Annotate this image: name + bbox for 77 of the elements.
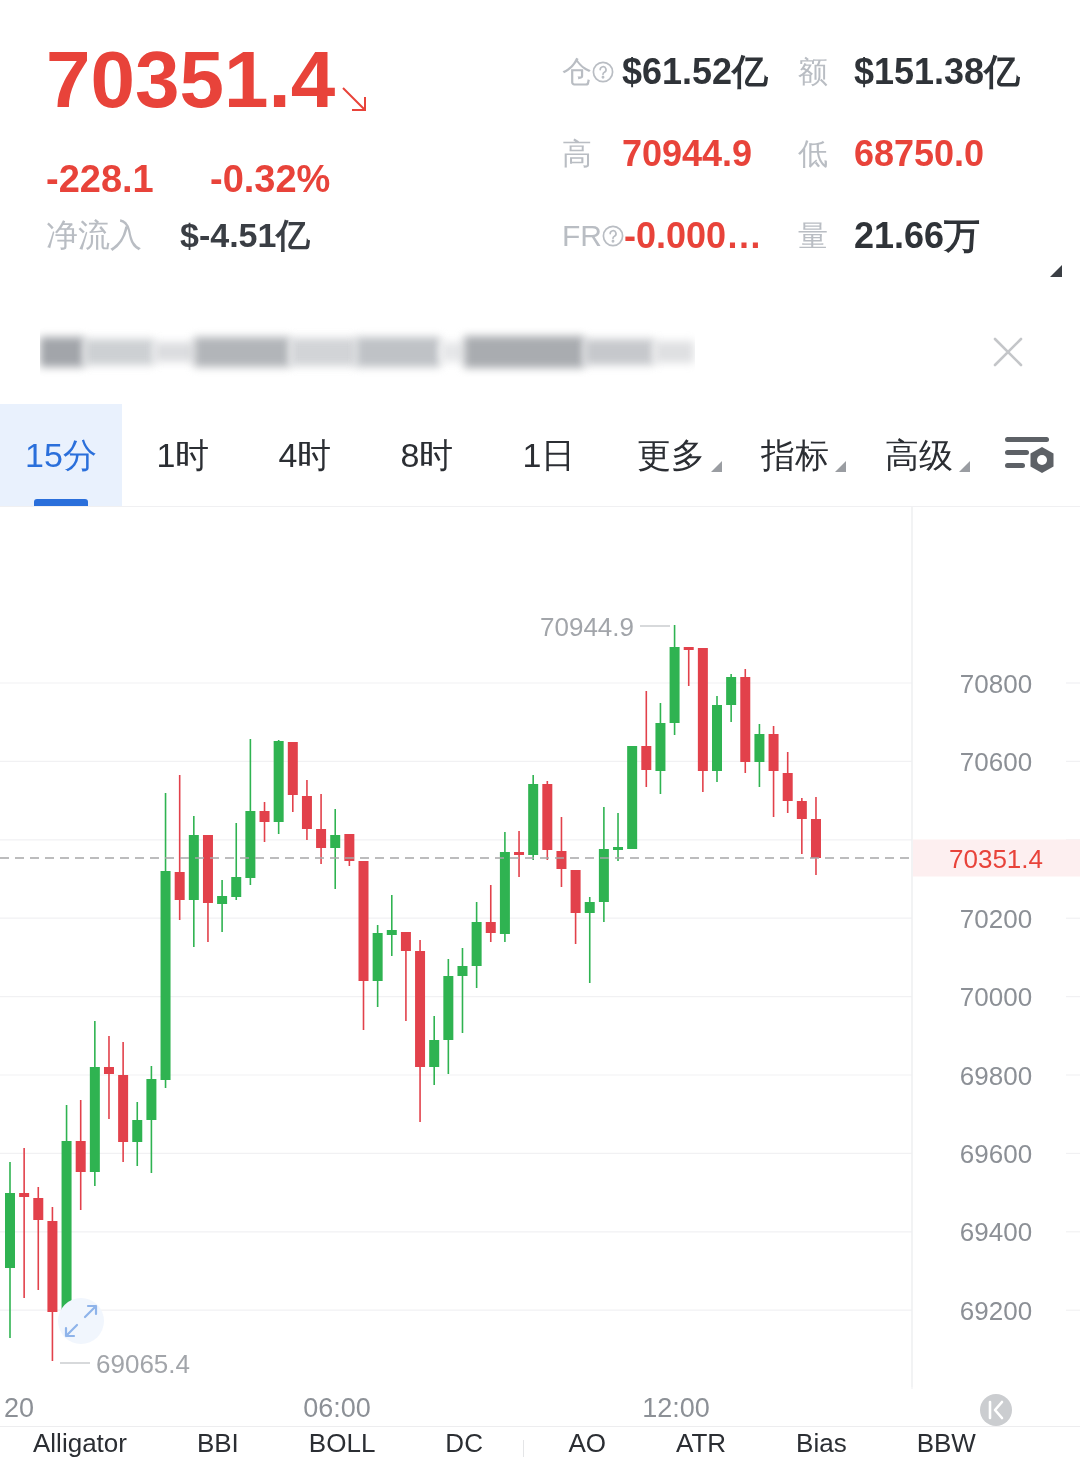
high-price-label: 70944.9: [540, 612, 634, 642]
falling-candle: [344, 833, 355, 867]
price-axis-label: 70800: [959, 668, 1033, 699]
net-inflow-label: 净流入: [46, 219, 143, 251]
indicator-tab[interactable]: BBW: [916, 1430, 976, 1457]
leader-line: [59, 1362, 91, 1364]
net-inflow-value: $-4.51亿: [180, 218, 312, 252]
last-price-tag: 70351.4: [913, 839, 1080, 877]
low-price-label: 69065.4: [96, 1349, 190, 1379]
falling-candle: [259, 801, 270, 843]
stat-value: 68750.0: [854, 136, 985, 172]
falling-candle: [485, 884, 496, 943]
stat-label: 仓: [562, 57, 592, 87]
chevron-bar-icon[interactable]: [980, 1394, 1012, 1426]
stat-label: 额: [798, 57, 828, 87]
rising-candle: [386, 894, 397, 957]
falling-candle: [316, 793, 327, 865]
stat-label: 低: [798, 139, 828, 169]
stat-label: FR: [562, 221, 602, 251]
close-icon[interactable]: [993, 337, 1023, 367]
price-axis-label: 69400: [959, 1217, 1033, 1248]
menu-tab[interactable]: 更多: [610, 404, 734, 506]
rising-candle: [726, 673, 737, 723]
interval-tab[interactable]: 4时: [244, 404, 366, 506]
dropdown-triangle-icon: [835, 461, 846, 472]
falling-candle: [287, 741, 298, 813]
falling-candle: [683, 646, 694, 687]
stat-label: 量: [798, 221, 828, 251]
price-axis-label: 69600: [959, 1138, 1033, 1169]
time-axis-label: 20: [4, 1393, 35, 1423]
indicator-tab[interactable]: ATR: [676, 1430, 727, 1457]
last-price: 70351.4: [46, 40, 336, 120]
menu-tab[interactable]: 指标: [734, 404, 858, 506]
indicator-tab[interactable]: Bias: [796, 1430, 847, 1457]
expand-icon[interactable]: [58, 1298, 104, 1344]
indicator-tab[interactable]: DC: [445, 1430, 483, 1457]
settings-icon[interactable]: [1005, 434, 1055, 476]
falling-candle: [301, 779, 312, 841]
stat-value: $61.52亿: [622, 54, 769, 90]
time-axis-label: 06:00: [303, 1393, 371, 1423]
falling-candle: [796, 797, 807, 855]
stat-value: $151.38亿: [854, 54, 1021, 90]
interval-tab[interactable]: 8时: [366, 404, 488, 506]
change-percent: -0.32%: [210, 160, 332, 198]
falling-candle: [556, 816, 567, 888]
price-axis-label: 70600: [959, 746, 1033, 777]
dropdown-triangle-icon: [711, 461, 722, 472]
help-icon[interactable]: [602, 225, 624, 247]
indicator-tab[interactable]: Alligator: [33, 1430, 127, 1457]
time-axis-label: 12:00: [642, 1393, 710, 1423]
menu-tab[interactable]: 高级: [858, 404, 982, 506]
price-axis-label: 69800: [959, 1060, 1033, 1091]
price-change: -228.1: [46, 160, 155, 198]
dropdown-triangle-icon: [959, 461, 970, 472]
indicator-tab[interactable]: BBI: [196, 1430, 239, 1457]
rising-candle: [754, 723, 765, 788]
rising-candle: [217, 879, 228, 933]
price-axis-label: 69200: [959, 1295, 1033, 1326]
indicator-tab[interactable]: AO: [568, 1430, 606, 1457]
interval-tab[interactable]: 1时: [122, 404, 244, 506]
interval-tab[interactable]: 1日: [488, 404, 610, 506]
corner-triangle-icon[interactable]: [1050, 265, 1062, 277]
falling-candle: [782, 751, 793, 814]
stat-label: 高: [562, 139, 592, 169]
interval-tab[interactable]: 15分: [0, 404, 122, 506]
stat-value: 70944.9: [622, 136, 753, 172]
leader-line: [639, 625, 671, 627]
help-icon[interactable]: [592, 61, 614, 83]
stat-value: -0.000…: [624, 218, 763, 254]
rising-candle: [613, 812, 623, 862]
rising-candle: [132, 1101, 143, 1167]
stat-value: 21.66万: [854, 218, 981, 254]
indicator-tab[interactable]: BOLL: [308, 1430, 376, 1457]
falling-candle: [514, 830, 525, 878]
price-axis-label: 70200: [959, 903, 1033, 934]
rising-candle: [429, 1015, 440, 1086]
price-axis-label: 70000: [959, 982, 1033, 1013]
